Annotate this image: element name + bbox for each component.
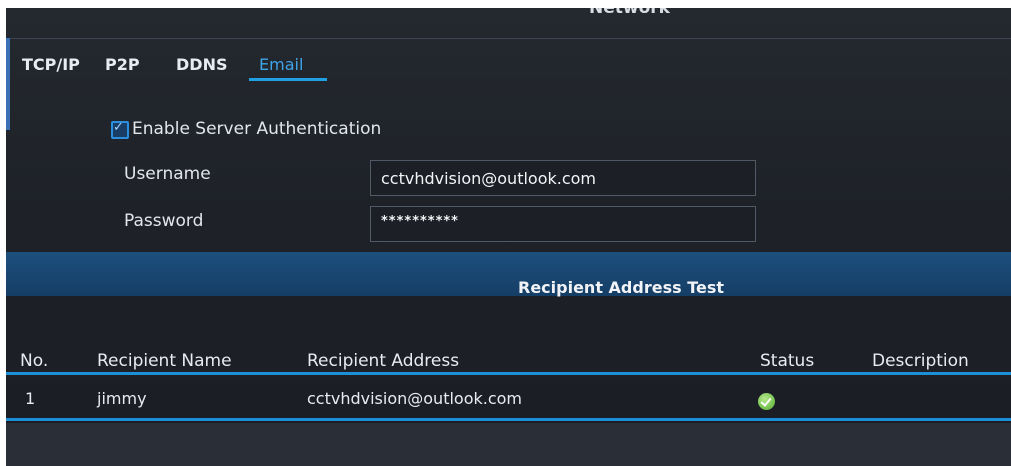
password-label: Password xyxy=(124,211,204,231)
row-recipient-address: cctvhdvision@outlook.com xyxy=(307,389,523,408)
password-value: ********** xyxy=(381,214,459,229)
table-row-divider xyxy=(6,418,1011,421)
row-recipient-name: jimmy xyxy=(97,389,147,408)
checkmark-icon: ✓ xyxy=(113,120,124,135)
table-header-divider xyxy=(6,372,1011,375)
username-field[interactable]: cctvhdvision@outlook.com xyxy=(370,160,756,196)
tab-email[interactable]: Email xyxy=(259,55,303,74)
username-value: cctvhdvision@outlook.com xyxy=(381,169,597,188)
row-number: 1 xyxy=(25,389,36,408)
username-label: Username xyxy=(124,164,211,184)
window-title: Network xyxy=(589,8,670,18)
column-header-recipient-address: Recipient Address xyxy=(307,351,460,371)
title-bar: Network xyxy=(6,8,1011,38)
password-field[interactable]: ********** xyxy=(370,206,756,242)
recipient-section-bar xyxy=(6,252,1011,296)
header-divider xyxy=(6,38,1011,39)
column-header-recipient-name: Recipient Name xyxy=(97,351,232,371)
status-ok-icon xyxy=(758,393,775,410)
column-header-description: Description xyxy=(872,351,969,371)
enable-auth-checkbox[interactable]: ✓ xyxy=(111,120,129,139)
active-tab-indicator xyxy=(249,78,327,81)
network-settings-screen: Network TCP/IP P2P DDNS Email ✓ Enable S… xyxy=(6,8,1011,466)
table-empty-area xyxy=(6,423,1011,466)
column-header-status: Status xyxy=(760,351,815,371)
enable-auth-label: Enable Server Authentication xyxy=(132,119,382,139)
recipient-section-title: Recipient Address Test xyxy=(518,278,724,297)
column-header-no: No. xyxy=(20,351,49,371)
tab-ddns[interactable]: DDNS xyxy=(176,55,227,74)
tab-tcp-ip[interactable]: TCP/IP xyxy=(22,55,80,74)
tab-p2p[interactable]: P2P xyxy=(105,55,140,74)
left-accent-strip xyxy=(6,38,10,130)
